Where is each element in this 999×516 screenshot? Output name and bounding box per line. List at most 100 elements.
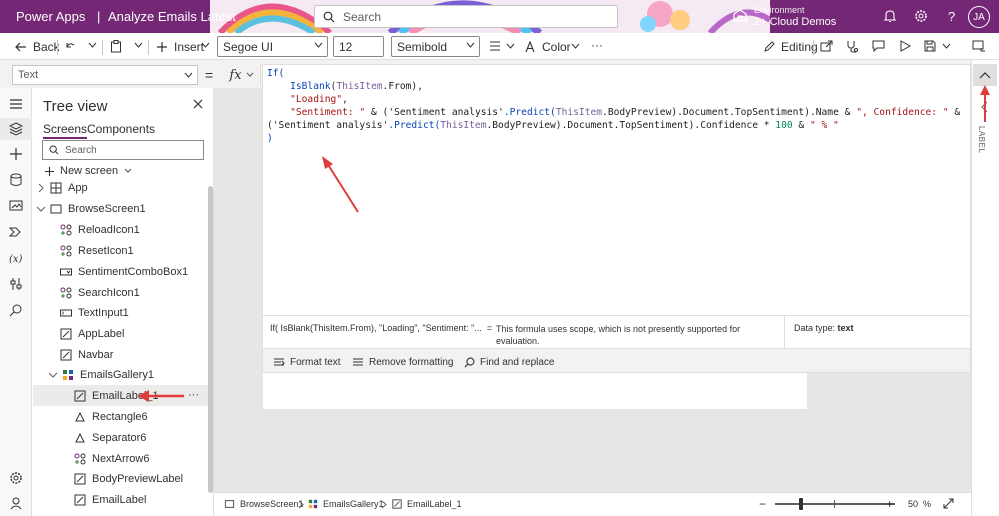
bell-icon[interactable] (882, 8, 898, 24)
layers-icon[interactable] (8, 121, 24, 137)
zoom-slider[interactable] (775, 503, 895, 505)
comment-icon[interactable] (872, 40, 885, 52)
app-title: Analyze Emails Latest (108, 9, 236, 24)
tree-node-body-preview-label[interactable]: BodyPreviewLabel (74, 468, 183, 489)
zoom-unit: % (923, 499, 932, 509)
environment-icon[interactable] (732, 8, 748, 24)
tree-node-email-label[interactable]: EmailLabel (74, 489, 146, 510)
properties-label: LABEL (977, 126, 986, 154)
tab-components[interactable]: Components (87, 122, 155, 136)
tree-node-text-input[interactable]: TextInput1 (60, 302, 129, 323)
chevron-down-icon[interactable] (506, 43, 515, 50)
formula-editor[interactable]: If( IsBlank(ThisItem.From), "Loading", "… (262, 64, 971, 316)
label-icon (60, 349, 72, 360)
power-automate-icon[interactable] (8, 224, 24, 240)
tree-node-app-label[interactable]: AppLabel (60, 323, 125, 344)
fx-button[interactable]: fx (223, 64, 261, 86)
canvas-screen-preview[interactable] (263, 372, 807, 409)
media-icon[interactable] (8, 198, 24, 214)
zoom-slider-thumb[interactable] (799, 498, 803, 510)
database-icon[interactable] (8, 172, 24, 188)
back-button[interactable]: Back (15, 40, 60, 54)
align-icon[interactable] (489, 41, 501, 51)
chevron-down-icon[interactable] (134, 42, 143, 49)
share-icon[interactable] (820, 40, 833, 52)
variables-icon[interactable]: (x) (8, 250, 24, 266)
chevron-down-icon[interactable] (88, 42, 97, 49)
app-icon (50, 182, 62, 193)
environment-selector[interactable]: Environment 2+ Cloud Demos (754, 4, 836, 28)
tree-node-reset-icon[interactable]: ResetIcon1 (60, 240, 134, 261)
remove-formatting-button[interactable]: Remove formatting (352, 357, 453, 368)
tree-node-label: ReloadIcon1 (78, 223, 140, 236)
breadcrumb-label-control[interactable]: EmailLabel_1 (392, 499, 462, 509)
chevron-up-icon (979, 72, 991, 79)
gear-icon[interactable] (913, 8, 929, 24)
node-more-button[interactable]: ··· (188, 384, 199, 405)
divider (57, 40, 58, 55)
search-placeholder: Search (343, 9, 382, 24)
color-button[interactable]: Color (524, 40, 571, 54)
chevron-right-icon (298, 500, 304, 509)
tree-node-navbar[interactable]: Navbar (60, 344, 113, 365)
breadcrumb-gallery[interactable]: EmailsGallery1 (308, 499, 384, 509)
tree-node-separator[interactable]: Separator6 (74, 427, 146, 448)
advanced-tools-icon[interactable] (8, 276, 24, 292)
chevron-down-icon[interactable] (942, 43, 951, 50)
zoom-out-button[interactable]: − (759, 497, 766, 511)
zoom-in-button[interactable]: + (886, 497, 893, 511)
play-icon[interactable] (899, 40, 911, 52)
find-replace-button[interactable]: Find and replace (464, 357, 555, 368)
format-text-button[interactable]: Format text (273, 357, 341, 368)
tree-node-emails-gallery[interactable]: EmailsGallery1 (48, 364, 154, 385)
clipboard-icon[interactable] (110, 40, 122, 53)
chevron-down-icon (466, 42, 475, 48)
insert-button[interactable]: Insert (156, 40, 204, 54)
font-family-select[interactable]: Segoe UI (217, 36, 328, 57)
virtual-agent-icon[interactable] (8, 495, 24, 511)
search-icon[interactable] (8, 302, 24, 318)
tree-node-browse-screen[interactable]: BrowseScreen1 (36, 198, 146, 219)
tab-screens[interactable]: Screens (43, 122, 88, 139)
hamburger-menu-icon[interactable] (8, 96, 24, 112)
tree-node-search-icon[interactable]: SearchIcon1 (60, 282, 140, 303)
tree-node-label: AppLabel (78, 327, 125, 340)
collapse-formula-button[interactable] (973, 64, 997, 86)
chevron-down-icon[interactable] (571, 43, 580, 50)
stethoscope-icon[interactable] (846, 40, 858, 53)
tree-search-input[interactable]: Search (42, 140, 204, 160)
font-weight-select[interactable]: Semibold (391, 36, 480, 57)
divider (102, 40, 103, 55)
help-icon[interactable]: ? (944, 8, 960, 24)
screen-icon (224, 500, 235, 508)
tree-scrollbar[interactable] (208, 186, 213, 493)
close-icon[interactable] (193, 99, 203, 109)
tree-node-email-label-1[interactable]: EmailLabel_1 (74, 385, 159, 406)
font-size-input[interactable]: 12 (333, 36, 384, 57)
fit-to-window-icon[interactable] (943, 498, 954, 509)
avatar[interactable]: JA (968, 6, 990, 28)
chevron-down-icon[interactable] (201, 42, 210, 49)
save-icon[interactable] (924, 40, 936, 52)
search-input[interactable]: Search (314, 5, 618, 28)
publish-icon[interactable] (972, 40, 986, 52)
settings-icon[interactable] (8, 470, 24, 486)
plus-icon[interactable] (8, 146, 24, 162)
editing-button[interactable]: Editing (763, 40, 818, 54)
tree-node-next-arrow[interactable]: NextArrow6 (74, 448, 149, 469)
tree-node-reload-icon[interactable]: ReloadIcon1 (60, 219, 140, 240)
equals-sign: = (205, 67, 214, 83)
new-screen-button[interactable]: New screen (44, 165, 132, 177)
more-button[interactable]: ··· (591, 38, 603, 52)
chevron-left-icon[interactable] (980, 101, 988, 113)
tree-node-sentiment-combobox[interactable]: SentimentComboBox1 (60, 261, 188, 282)
property-select[interactable]: Text (12, 65, 198, 85)
tree-node-app[interactable]: App (36, 177, 88, 198)
formula-number: 100 (775, 120, 793, 131)
undo-icon[interactable] (64, 40, 76, 52)
formula-predict: .Predict( (503, 107, 556, 118)
tree-node-rectangle[interactable]: Rectangle6 (74, 406, 148, 427)
breadcrumb-screen[interactable]: BrowseScreen1 (224, 499, 304, 509)
tree-view-title: Tree view (43, 98, 108, 115)
tree-node-label: BrowseScreen1 (68, 202, 146, 215)
